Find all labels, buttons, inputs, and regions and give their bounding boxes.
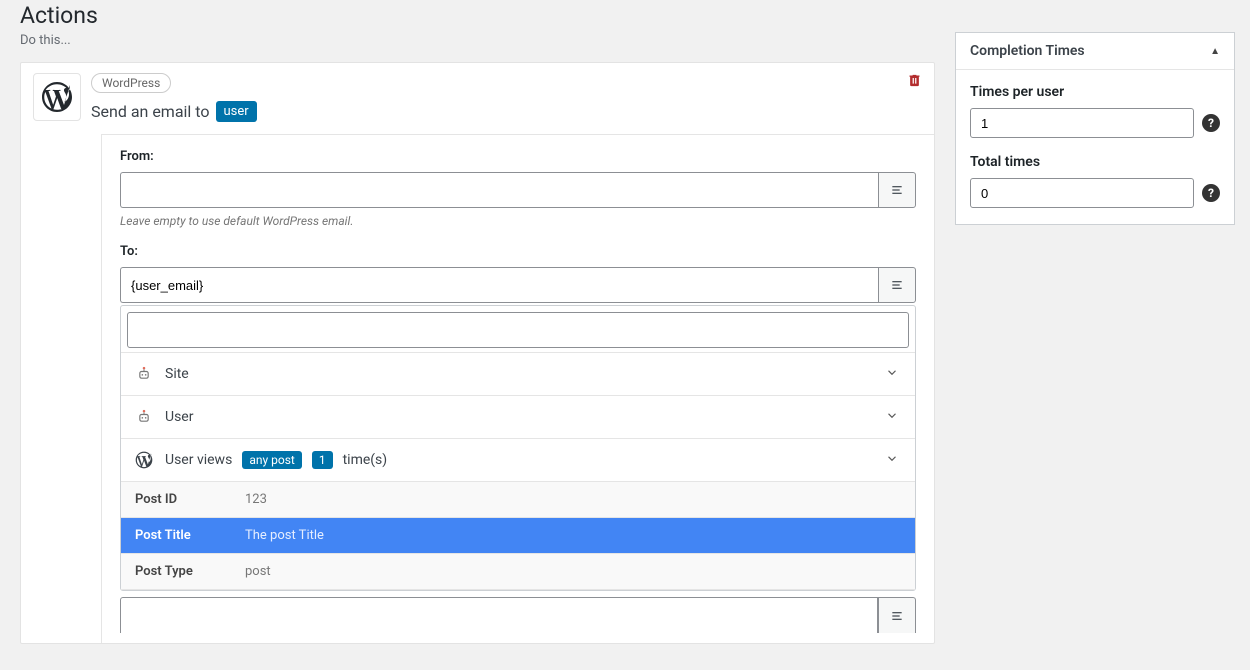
lines-icon <box>889 608 905 624</box>
lines-icon <box>889 277 905 293</box>
collapse-triangle-icon: ▲ <box>1210 46 1220 57</box>
views-suffix: time(s) <box>343 452 388 468</box>
cc-tag-picker-button[interactable] <box>878 597 916 633</box>
completion-times-title: Completion Times <box>970 43 1085 59</box>
tag-option-key: Post Type <box>135 564 215 579</box>
count-token: 1 <box>312 451 333 469</box>
action-card: WordPress Send an email to user From: <box>20 62 935 644</box>
tag-option-key: Post Title <box>135 528 215 543</box>
group-user-views[interactable]: User views any post 1 time(s) <box>121 439 915 482</box>
to-input[interactable] <box>120 267 878 303</box>
chevron-down-icon <box>885 407 899 428</box>
tag-search-input[interactable] <box>127 312 909 348</box>
to-tag-picker-button[interactable] <box>878 267 916 303</box>
group-site-label: Site <box>165 366 189 382</box>
times-per-user-help[interactable]: ? <box>1202 114 1220 132</box>
integration-pill: WordPress <box>91 73 171 93</box>
any-post-token: any post <box>242 451 302 469</box>
trash-icon <box>907 73 922 88</box>
wordpress-logo-icon <box>33 73 81 121</box>
cc-input[interactable] <box>120 597 878 633</box>
group-user[interactable]: User <box>121 396 915 439</box>
tag-picker-panel: Site User <box>120 305 916 591</box>
chevron-down-icon <box>885 364 899 385</box>
views-prefix: User views <box>165 452 232 468</box>
completion-times-header[interactable]: Completion Times ▲ <box>956 33 1234 70</box>
chevron-down-icon <box>885 450 899 471</box>
group-user-label: User <box>165 409 193 425</box>
wordpress-icon <box>133 449 155 471</box>
tag-option-val: 123 <box>245 492 267 507</box>
to-label: To: <box>120 244 916 259</box>
page-title: Actions <box>20 2 935 29</box>
completion-times-box: Completion Times ▲ Times per user ? Tota… <box>955 32 1235 225</box>
times-per-user-input[interactable] <box>970 108 1194 138</box>
times-per-user-label: Times per user <box>970 84 1220 100</box>
total-times-input[interactable] <box>970 178 1194 208</box>
tag-option-list[interactable]: Site User <box>121 352 915 590</box>
lines-icon <box>889 182 905 198</box>
from-label: From: <box>120 149 916 164</box>
tag-option-val: post <box>245 564 271 579</box>
action-sentence: Send an email to user <box>91 101 257 122</box>
delete-action-button[interactable] <box>907 73 922 92</box>
total-times-label: Total times <box>970 154 1220 170</box>
total-times-help[interactable]: ? <box>1202 184 1220 202</box>
robot-icon <box>133 406 155 428</box>
robot-icon <box>133 363 155 385</box>
tag-option-post-id[interactable]: Post ID 123 <box>121 482 915 518</box>
group-site[interactable]: Site <box>121 353 915 396</box>
tag-option-post-title[interactable]: Post Title The post Title <box>121 518 915 554</box>
from-input[interactable] <box>120 172 878 208</box>
tag-option-key: Post ID <box>135 492 215 507</box>
user-token[interactable]: user <box>216 101 257 122</box>
from-tag-picker-button[interactable] <box>878 172 916 208</box>
tag-option-val: The post Title <box>245 528 324 543</box>
from-hint: Leave empty to use default WordPress ema… <box>120 214 916 228</box>
tag-option-post-type[interactable]: Post Type post <box>121 554 915 590</box>
sentence-prefix: Send an email to <box>91 102 210 121</box>
page-subtitle: Do this... <box>20 33 935 48</box>
